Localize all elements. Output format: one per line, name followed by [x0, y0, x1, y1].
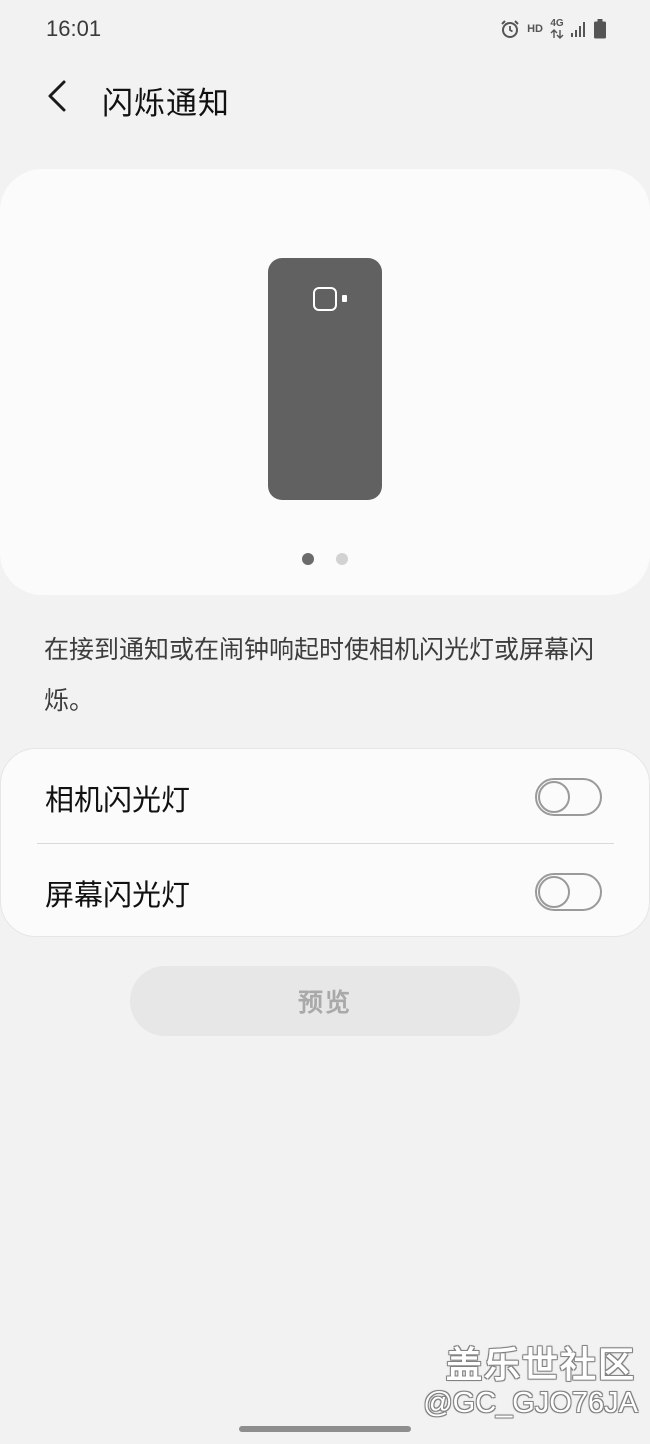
preview-button[interactable]: 预览	[130, 966, 520, 1036]
status-time: 16:01	[46, 16, 102, 41]
app-header: 闪烁通知	[0, 62, 650, 136]
battery-icon	[594, 19, 606, 39]
4g-icon: 4G	[550, 19, 564, 39]
setting-label-camera-flash: 相机闪光灯	[45, 783, 191, 817]
hd-icon: HD	[527, 23, 543, 35]
phone-back-illustration	[268, 258, 382, 500]
setting-row-screen-flash[interactable]: 屏幕闪光灯	[1, 844, 650, 938]
flash-notification-screen: 16:01 HD 4G 闪烁通知 在接到通知或在闹钟响起时使相机闪光灯或屏幕闪烁…	[0, 0, 650, 1444]
status-icons: HD 4G	[500, 16, 606, 42]
toggle-knob	[538, 781, 570, 813]
page-dot-1[interactable]	[302, 553, 314, 565]
camera-icon	[313, 287, 337, 311]
description-text: 在接到通知或在闹钟响起时使相机闪光灯或屏幕闪烁。	[44, 635, 595, 715]
home-indicator[interactable]	[239, 1426, 411, 1432]
back-button[interactable]	[36, 76, 78, 120]
4g-label: 4G	[550, 18, 564, 29]
illustration-card[interactable]	[0, 169, 650, 595]
setting-row-camera-flash[interactable]: 相机闪光灯	[1, 749, 650, 843]
settings-card: 相机闪光灯 屏幕闪光灯	[0, 748, 650, 937]
chevron-left-icon	[45, 79, 69, 117]
page-dot-2[interactable]	[336, 553, 348, 565]
watermark-handle: @GC_GJO76JA	[423, 1387, 638, 1419]
watermark-brand: 盖乐世社区	[445, 1345, 636, 1386]
status-bar: 16:01 HD 4G	[0, 0, 650, 58]
page-title: 闪烁通知	[102, 86, 230, 122]
screen-flash-toggle[interactable]	[535, 873, 602, 911]
camera-flash-toggle[interactable]	[535, 778, 602, 816]
setting-label-screen-flash: 屏幕闪光灯	[45, 878, 191, 912]
page-indicator	[0, 553, 650, 567]
signal-icon	[571, 20, 587, 38]
alarm-icon	[500, 19, 520, 39]
toggle-knob	[538, 876, 570, 908]
flash-led-icon	[342, 295, 347, 302]
